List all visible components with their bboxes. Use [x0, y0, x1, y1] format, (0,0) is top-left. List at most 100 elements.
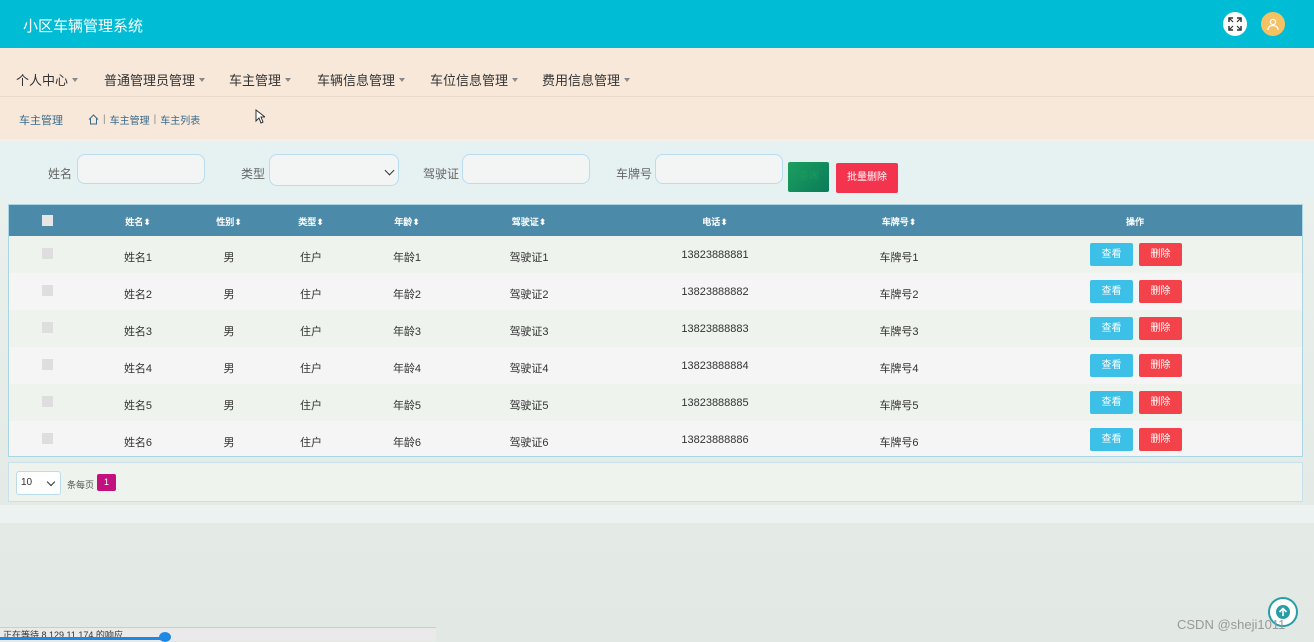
header-type[interactable]: 类型⬍ [298, 215, 324, 228]
sort-icon: ⬍ [538, 217, 547, 227]
cell-plate: 车牌号5 [879, 400, 919, 412]
header-plate[interactable]: 车牌号⬍ [882, 215, 917, 228]
chevron-down-icon [72, 77, 79, 82]
row-checkbox[interactable] [42, 248, 53, 259]
chevron-down-icon [285, 77, 292, 82]
view-button[interactable]: 查看 [1090, 243, 1133, 266]
plate-label: 车牌号 [616, 167, 653, 181]
sort-icon: ⬍ [143, 217, 151, 227]
row-checkbox[interactable] [42, 396, 53, 407]
name-input[interactable] [77, 154, 205, 184]
page-number-button[interactable]: 1 [97, 474, 116, 491]
type-select[interactable] [269, 154, 399, 186]
table-row: 姓名1 男 住户 年龄1 驾驶证1 13823888881 车牌号1 查看 删除 [9, 236, 1302, 273]
nav-fee-management[interactable]: 费用信息管理 [542, 70, 631, 89]
chevron-down-icon [399, 77, 406, 82]
nav-label: 车位信息管理 [430, 73, 509, 88]
cell-type: 住户 [300, 252, 322, 264]
nav-vehicle-management[interactable]: 车辆信息管理 [317, 70, 406, 89]
view-button[interactable]: 查看 [1090, 354, 1133, 377]
cell-gender: 男 [223, 252, 235, 264]
chevron-down-icon [624, 77, 631, 82]
delete-button[interactable]: 删除 [1139, 354, 1182, 377]
watermark: CSDN @sheji1011 [1177, 617, 1286, 632]
cell-license: 驾驶证4 [509, 363, 549, 375]
mouse-cursor-icon [255, 109, 265, 124]
breadcrumb-item[interactable]: 车主管理 [110, 112, 150, 127]
per-page-label: 条每页 [67, 480, 95, 490]
sort-icon: ⬍ [720, 217, 728, 227]
user-avatar-icon[interactable] [1261, 12, 1285, 36]
delete-button[interactable]: 删除 [1139, 280, 1182, 303]
row-checkbox[interactable] [42, 433, 53, 444]
cell-plate: 车牌号6 [879, 437, 919, 449]
cell-plate: 车牌号3 [879, 326, 919, 338]
nav-parking-management[interactable]: 车位信息管理 [430, 70, 519, 89]
cell-age: 年龄5 [392, 400, 422, 412]
header-gender[interactable]: 性别⬍ [216, 215, 242, 228]
cell-type: 住户 [300, 326, 322, 338]
cell-age: 年龄6 [392, 437, 422, 449]
page-size-select[interactable]: 10 [16, 471, 61, 495]
batch-delete-button[interactable]: 批量删除 [836, 163, 898, 193]
license-label: 驾驶证 [423, 167, 460, 181]
sort-icon: ⬍ [234, 217, 242, 227]
select-all-checkbox[interactable] [42, 215, 53, 226]
expand-icon[interactable] [1223, 12, 1247, 36]
chevron-down-icon [384, 165, 395, 176]
home-icon[interactable] [88, 114, 99, 125]
header-label: 电话 [702, 217, 721, 227]
nav-label: 车辆信息管理 [317, 73, 396, 88]
delete-button[interactable]: 删除 [1139, 428, 1182, 451]
page-size-value: 10 [21, 477, 33, 488]
row-checkbox[interactable] [42, 285, 53, 296]
cell-name: 姓名3 [123, 326, 153, 338]
cell-type: 住户 [300, 437, 322, 449]
cell-gender: 男 [223, 363, 235, 375]
delete-button[interactable]: 删除 [1139, 243, 1182, 266]
view-button[interactable]: 查看 [1090, 428, 1133, 451]
nav-personal-center[interactable]: 个人中心 [16, 70, 79, 89]
top-bar: 小区车辆管理系统 [0, 0, 1314, 48]
cell-name: 姓名1 [123, 252, 153, 264]
header-age[interactable]: 年龄⬍ [394, 215, 420, 228]
nav-owner-management[interactable]: 车主管理 [229, 70, 292, 89]
breadcrumb-separator: | [103, 114, 106, 125]
sort-icon: ⬍ [908, 217, 917, 227]
loading-progress-bar [0, 637, 165, 640]
type-label: 类型 [241, 167, 266, 181]
plate-input[interactable] [655, 154, 783, 184]
row-checkbox[interactable] [42, 322, 53, 333]
header-license[interactable]: 驾驶证⬍ [512, 215, 547, 228]
cell-gender: 男 [223, 437, 235, 449]
cell-phone: 13823888886 [681, 434, 749, 446]
delete-button[interactable]: 删除 [1139, 317, 1182, 340]
nav-label: 普通管理员管理 [104, 73, 196, 88]
view-button[interactable]: 查看 [1090, 317, 1133, 340]
header-phone[interactable]: 电话⬍ [702, 215, 728, 228]
pagination: 10 条每页 1 [8, 462, 1303, 502]
query-button[interactable]: 查询 [788, 162, 829, 192]
view-button[interactable]: 查看 [1090, 391, 1133, 414]
delete-button[interactable]: 删除 [1139, 391, 1182, 414]
cell-name: 姓名4 [123, 363, 153, 375]
table-row: 姓名3 男 住户 年龄3 驾驶证3 13823888883 车牌号3 查看 删除 [9, 310, 1302, 347]
cell-plate: 车牌号4 [879, 363, 919, 375]
sort-icon: ⬍ [412, 217, 420, 227]
row-checkbox[interactable] [42, 359, 53, 370]
chevron-down-icon [199, 77, 206, 82]
cell-age: 年龄3 [392, 326, 422, 338]
cell-license: 驾驶证5 [509, 400, 549, 412]
nav-label: 个人中心 [16, 73, 69, 88]
breadcrumb-separator: | [153, 114, 157, 125]
header-name[interactable]: 姓名⬍ [125, 215, 151, 228]
cell-age: 年龄1 [392, 252, 422, 264]
table-row: 姓名4 男 住户 年龄4 驾驶证4 13823888884 车牌号4 查看 删除 [9, 347, 1302, 384]
loading-progress-knob [159, 632, 171, 642]
cell-plate: 车牌号2 [879, 289, 919, 301]
table-row: 姓名5 男 住户 年龄5 驾驶证5 13823888885 车牌号5 查看 删除 [9, 384, 1302, 421]
view-button[interactable]: 查看 [1090, 280, 1133, 303]
license-input[interactable] [462, 154, 590, 184]
nav-admin-management[interactable]: 普通管理员管理 [104, 70, 206, 89]
cell-name: 姓名5 [123, 400, 153, 412]
